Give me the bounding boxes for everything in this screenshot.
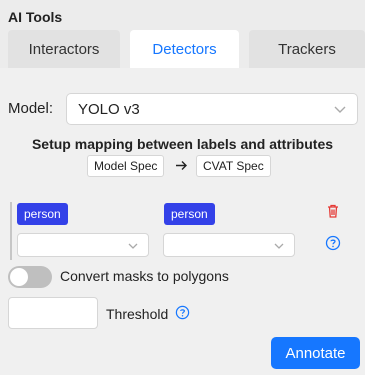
- cvat-spec-label: CVAT Spec: [196, 155, 271, 177]
- chevron-down-icon: [128, 243, 138, 249]
- panel-title: AI Tools: [8, 9, 63, 25]
- model-spec-label: Model Spec: [87, 155, 165, 177]
- cvat-attribute-select[interactable]: [163, 233, 295, 257]
- convert-masks-label: Convert masks to polygons: [60, 268, 229, 284]
- tab-bar: Interactors Detectors Trackers: [8, 30, 365, 68]
- arrow-right-icon: [176, 161, 187, 170]
- spec-header: Model Spec CVAT Spec: [0, 155, 365, 177]
- model-attribute-select[interactable]: [17, 233, 149, 257]
- annotate-button[interactable]: Annotate: [271, 337, 360, 369]
- chevron-down-icon: [274, 243, 284, 249]
- model-label: Model:: [8, 100, 54, 117]
- mapping-row: person person: [10, 202, 360, 260]
- delete-icon[interactable]: [325, 203, 341, 219]
- cvat-label-tag: person: [164, 203, 215, 225]
- ai-tools-panel: AI Tools Interactors Detectors Trackers …: [0, 0, 365, 375]
- model-label-tag: person: [17, 203, 68, 225]
- model-select[interactable]: YOLO v3: [66, 93, 358, 125]
- threshold-input[interactable]: [8, 297, 98, 329]
- model-select-value: YOLO v3: [78, 100, 140, 118]
- tab-interactors[interactable]: Interactors: [8, 30, 120, 68]
- convert-masks-toggle[interactable]: [8, 266, 52, 288]
- toggle-knob: [10, 268, 28, 286]
- tab-trackers[interactable]: Trackers: [249, 30, 365, 68]
- tab-detectors[interactable]: Detectors: [130, 30, 239, 68]
- help-icon[interactable]: [175, 305, 190, 320]
- mapping-title: Setup mapping between labels and attribu…: [31, 136, 334, 152]
- chevron-down-icon: [334, 106, 346, 113]
- help-icon[interactable]: [325, 235, 341, 251]
- threshold-label: Threshold: [106, 306, 169, 322]
